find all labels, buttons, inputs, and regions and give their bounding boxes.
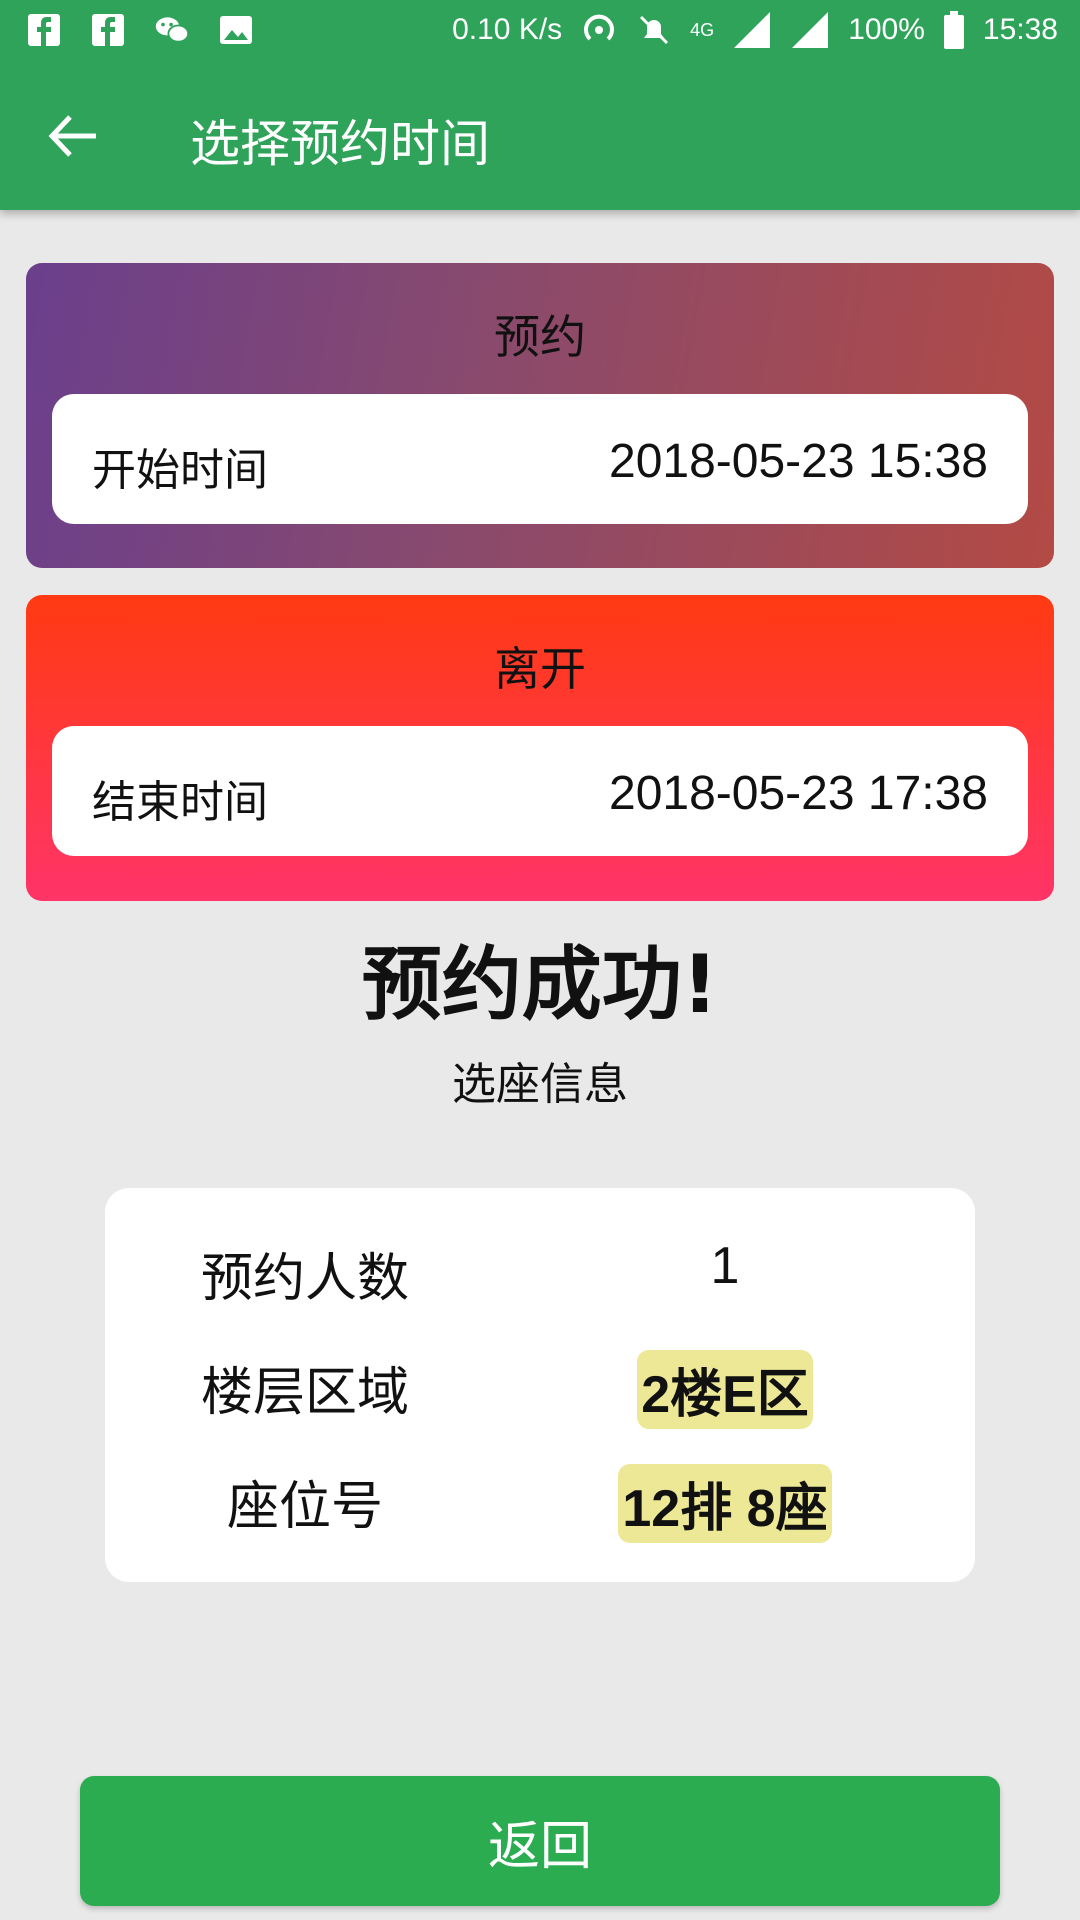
- end-time-picker[interactable]: 结束时间 2018-05-23 17:38: [52, 726, 1028, 856]
- info-value: 2楼E区: [575, 1350, 875, 1429]
- battery-icon: [943, 11, 964, 49]
- clock: 15:38: [982, 13, 1058, 46]
- end-time-value: 2018-05-23 17:38: [609, 767, 988, 820]
- info-value: 12排 8座: [575, 1464, 875, 1543]
- leave-card-title: 离开: [494, 642, 586, 696]
- back-arrow-icon[interactable]: [40, 104, 104, 168]
- start-time-picker[interactable]: 开始时间 2018-05-23 15:38: [52, 394, 1028, 524]
- facebook-icon: [92, 14, 124, 46]
- info-label: 座位号: [226, 1477, 383, 1537]
- info-label: 预约人数: [200, 1249, 409, 1309]
- mute-bell-icon: [640, 15, 669, 45]
- start-time-value: 2018-05-23 15:38: [609, 435, 988, 488]
- leave-card: 离开 结束时间 2018-05-23 17:38: [26, 595, 1054, 901]
- seat-number-row: 座位号 12排 8座: [105, 1446, 975, 1543]
- return-button[interactable]: 返回: [80, 1776, 1000, 1906]
- network-type: 4G: [690, 19, 715, 40]
- signal-icon: [792, 12, 829, 48]
- signal-icon: [734, 12, 771, 48]
- info-value: 1: [575, 1236, 875, 1296]
- party-size-row: 预约人数 1: [105, 1218, 975, 1309]
- status-bar: 0.10 K/s 4G 100% 15:38: [0, 0, 1080, 64]
- app-bar: 0.10 K/s 4G 100% 15:38 选择预约时间: [0, 0, 1080, 210]
- success-headline: 预约成功!: [361, 938, 719, 1031]
- image-icon: [220, 16, 252, 44]
- reserve-card: 预约 开始时间 2018-05-23 15:38: [26, 263, 1054, 568]
- battery-percent: 100%: [848, 13, 925, 46]
- floor-area-value: 2楼E区: [637, 1350, 813, 1429]
- facebook-icon: [28, 14, 60, 46]
- seat-number-value: 12排 8座: [618, 1464, 832, 1543]
- reserve-card-title: 预约: [494, 310, 586, 364]
- start-time-label: 开始时间: [92, 445, 268, 496]
- floor-area-row: 楼层区域 2楼E区: [105, 1332, 975, 1429]
- seat-info-heading: 选座信息: [452, 1059, 628, 1110]
- seat-info-card: 预约人数 1 楼层区域 2楼E区 座位号 12排 8座: [105, 1188, 975, 1582]
- page-title: 选择预约时间: [190, 115, 490, 173]
- wechat-icon: [155, 17, 190, 43]
- hotspot-icon: [584, 14, 615, 41]
- party-size-value: 1: [710, 1237, 740, 1295]
- network-speed: 0.10 K/s: [452, 13, 563, 46]
- end-time-label: 结束时间: [92, 777, 268, 828]
- info-label: 楼层区域: [200, 1363, 409, 1423]
